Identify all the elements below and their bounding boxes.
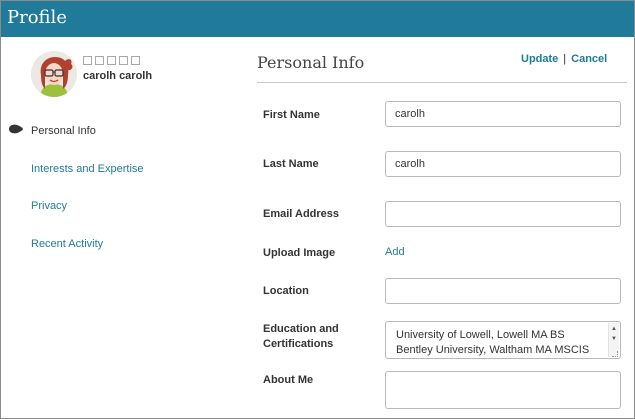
education-lines: University of Lowell, Lowell MA BS Bentl… — [396, 328, 589, 358]
email-label: Email Address — [263, 208, 340, 220]
form-actions: Update | Cancel — [521, 53, 607, 65]
location-field[interactable] — [385, 278, 621, 304]
title-bar: Profile — [1, 1, 634, 37]
scroll-up-arrow-icon[interactable]: ▲ — [610, 325, 618, 333]
education-line: Bentley University, Waltham MA MSCIS — [396, 344, 590, 356]
first-name-label: First Name — [263, 109, 320, 121]
sidebar-item-recent-activity[interactable]: Recent Activity — [31, 238, 103, 250]
last-name-field[interactable]: carolh — [385, 151, 621, 177]
rating-star-4 — [119, 56, 128, 65]
profile-username: carolh carolh — [83, 70, 153, 82]
profile-window: Profile carolh carolh Personal Info Inte… — [0, 0, 635, 419]
resize-grip-icon[interactable] — [612, 351, 618, 357]
about-me-textarea[interactable] — [385, 371, 621, 409]
sidebar-item-interests-and-expertise[interactable]: Interests and Expertise — [31, 163, 144, 175]
about-me-label: About Me — [263, 374, 314, 386]
rating-star-2 — [95, 56, 104, 65]
sidebar-item-privacy[interactable]: Privacy — [31, 200, 67, 212]
upload-image-label: Upload Image — [263, 247, 336, 259]
last-name-label: Last Name — [263, 158, 319, 170]
add-image-link[interactable]: Add — [385, 246, 405, 258]
education-label-line-2: Certifications — [263, 338, 334, 350]
rating-star-3 — [107, 56, 116, 65]
rating-star-1 — [83, 56, 92, 65]
active-indicator-icon — [9, 124, 23, 134]
education-line: University of Lowell, Lowell MA BS — [396, 329, 565, 341]
avatar[interactable] — [31, 51, 77, 97]
scroll-down-arrow-icon[interactable]: ▼ — [610, 335, 618, 343]
education-label: Education and Certifications — [263, 322, 339, 352]
education-label-line-1: Education and — [263, 323, 339, 335]
section-title: Personal Info — [257, 53, 365, 72]
first-name-field[interactable]: carolh — [385, 101, 621, 127]
location-label: Location — [263, 285, 309, 297]
page-title: Profile — [7, 7, 67, 28]
cancel-button[interactable]: Cancel — [571, 53, 607, 65]
education-textarea[interactable]: University of Lowell, Lowell MA BS Bentl… — [385, 321, 621, 359]
avatar-illustration — [31, 51, 77, 97]
actions-separator: | — [563, 53, 567, 65]
section-divider — [257, 82, 627, 83]
sidebar-item-personal-info[interactable]: Personal Info — [31, 125, 96, 137]
rating-star-5 — [131, 56, 140, 65]
email-field[interactable] — [385, 201, 621, 227]
update-button[interactable]: Update — [521, 53, 558, 65]
rating-stars — [83, 56, 140, 65]
